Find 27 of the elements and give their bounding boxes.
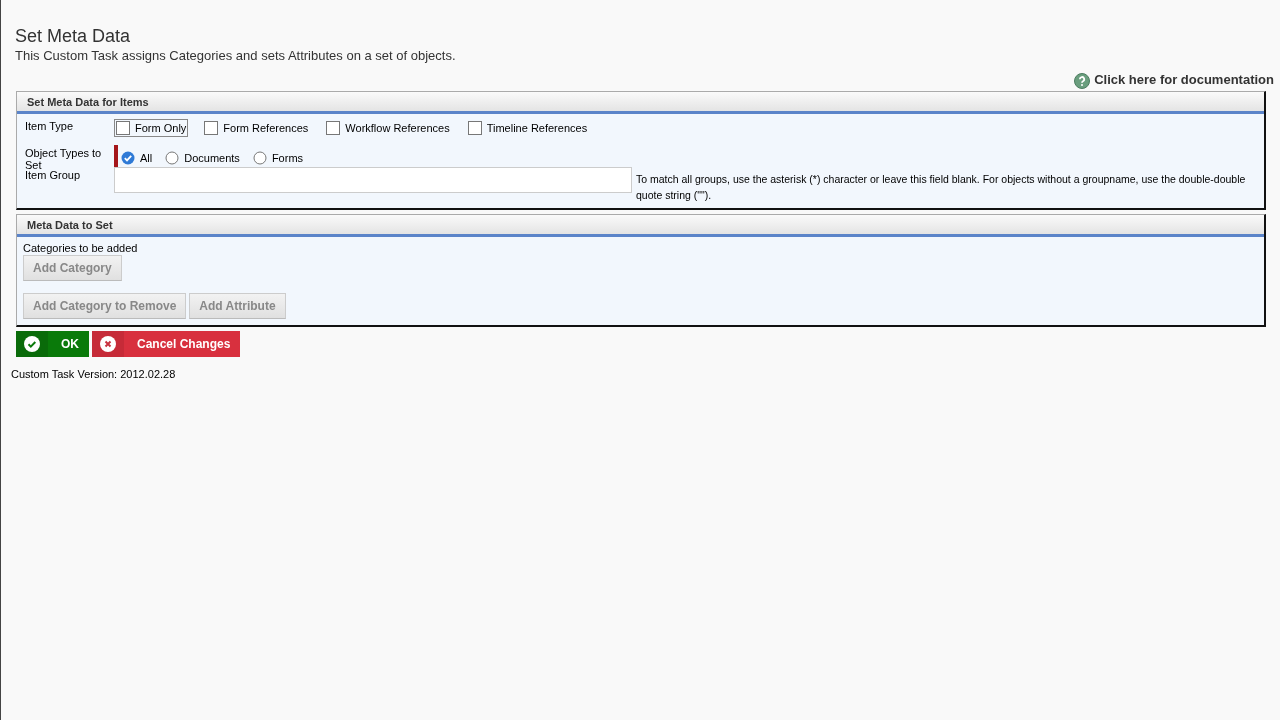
radio-option[interactable]: All — [121, 151, 153, 165]
page-description: This Custom Task assigns Categories and sets Attributes on a set of objects. — [15, 48, 457, 63]
radio-checked-icon — [121, 151, 135, 165]
checkbox-option[interactable]: Form References — [202, 119, 311, 137]
help-icon — [1074, 73, 1091, 89]
categories-label: Categories to be added — [23, 241, 139, 255]
radio-option[interactable]: Documents — [165, 151, 240, 165]
checkbox-option[interactable]: Form Only — [114, 119, 189, 137]
ok-button[interactable]: OK — [16, 331, 89, 357]
panel-title: Set Meta Data for Items — [27, 96, 149, 108]
version-text: Custom Task Version: 2012.02.28 — [11, 368, 177, 380]
field-label: Item Group — [25, 169, 82, 183]
panel-title: Meta Data to Set — [27, 219, 113, 231]
documentation-link[interactable]: Click here for documentation — [1074, 70, 1274, 89]
close-icon — [99, 335, 117, 353]
radio-empty-icon — [252, 151, 267, 165]
checkbox-option[interactable]: Timeline References — [465, 119, 590, 137]
radio-empty-icon — [165, 151, 180, 165]
item-group-hint: To match all groups, use the asterisk (*) character or leave this field blank. For objects without a groupname, use the double-double quote string (""). — [636, 172, 1247, 203]
item-group-field[interactable] — [114, 167, 632, 193]
page-title: Set Meta Data — [15, 25, 132, 46]
field-label: Object Types to Set — [25, 146, 103, 171]
check-icon — [23, 335, 41, 353]
field-label: Item Type — [25, 119, 75, 134]
radio-option[interactable]: Forms — [252, 151, 304, 165]
cancel-button[interactable]: Cancel Changes — [92, 331, 241, 357]
checkbox-option[interactable]: Workflow References — [324, 119, 452, 137]
